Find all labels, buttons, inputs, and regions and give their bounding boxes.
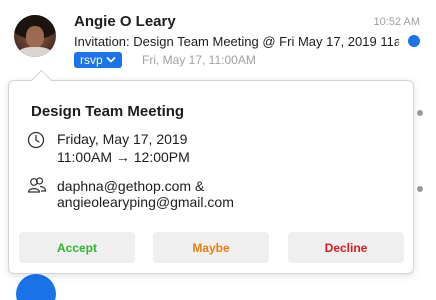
background-indicator: [417, 110, 423, 116]
chevron-down-icon: [106, 56, 116, 64]
event-title: Design Team Meeting: [31, 103, 185, 120]
email-timestamp: 10:52 AM: [373, 16, 420, 28]
event-date: Friday, May 17, 2019: [57, 131, 188, 147]
background-indicator: [417, 186, 423, 192]
attendee-line: angieolearyping@gmail.com: [57, 194, 234, 210]
clock-icon: [27, 131, 45, 154]
event-time: 11:00AM → 12:00PM: [57, 149, 190, 165]
email-subject: Invitation: Design Team Meeting @ Fri Ma…: [74, 34, 399, 49]
decline-button[interactable]: Decline: [288, 232, 404, 263]
email-list-item[interactable]: Angie O Leary 10:52 AM Invitation: Desig…: [0, 0, 436, 80]
people-icon: [27, 176, 47, 199]
rsvp-label: rsvp: [80, 53, 103, 67]
sender-name: Angie O Leary: [74, 13, 176, 30]
avatar: [14, 15, 56, 57]
rsvp-button[interactable]: rsvp: [74, 52, 122, 68]
event-date-summary: Fri, May 17, 11:00AM: [142, 53, 256, 67]
attendee-line: daphna@gethop.com &: [57, 178, 205, 194]
maybe-button[interactable]: Maybe: [153, 232, 269, 263]
background-avatar: [16, 274, 56, 300]
rsvp-popover: Design Team Meeting Friday, May 17, 2019…: [8, 69, 414, 274]
unread-indicator: [408, 35, 420, 47]
accept-button[interactable]: Accept: [19, 232, 135, 263]
